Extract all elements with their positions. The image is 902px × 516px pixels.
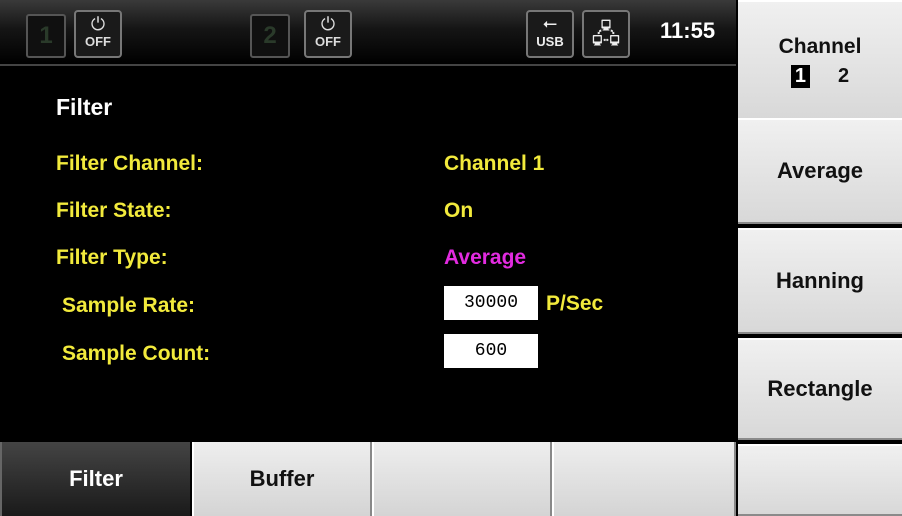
blank-softkey-4[interactable] — [552, 442, 736, 516]
power-state-text: OFF — [85, 34, 111, 49]
sample-count-input[interactable]: 600 — [444, 334, 538, 368]
network-icon: 🖧 — [582, 10, 630, 58]
channel1-indicator: 1 — [26, 14, 66, 58]
blank-softkey-3[interactable] — [372, 442, 552, 516]
channel2-indicator: 2 — [250, 14, 290, 58]
filter-state-value: On — [444, 199, 474, 222]
channel2-power-icon: ⏻ OFF — [304, 10, 352, 58]
blank-softkey[interactable] — [738, 444, 902, 516]
filter-softkey[interactable]: Filter — [0, 442, 192, 516]
sample-rate-input[interactable]: 30000 — [444, 286, 538, 320]
clock: 11:55 — [660, 18, 716, 43]
filter-type-label: Filter Type: — [56, 246, 168, 269]
channel-option-1: 1 — [790, 64, 810, 88]
hanning-softkey[interactable]: Hanning — [738, 228, 902, 334]
sample-rate-unit: P/Sec — [546, 292, 604, 315]
sample-count-label: Sample Count: — [62, 342, 211, 365]
filter-channel-label: Filter Channel: — [56, 152, 204, 175]
power-icon: ⏻ — [90, 14, 106, 34]
page-title: Filter — [56, 94, 113, 120]
usb-icon: ⭠ USB — [526, 10, 574, 58]
channel-softkey[interactable]: Channel 1 2 — [738, 0, 902, 122]
filter-type-value: Average — [444, 246, 527, 269]
side-softkeys: Channel 1 2 Average Hanning Rectangle — [736, 0, 902, 516]
sample-rate-label: Sample Rate: — [62, 294, 196, 317]
channel-option-2: 2 — [838, 64, 850, 87]
buffer-softkey[interactable]: Buffer — [192, 442, 372, 516]
power-state-text: OFF — [315, 34, 341, 49]
average-softkey[interactable]: Average — [738, 118, 902, 224]
channel-softkey-label: Channel — [778, 34, 862, 58]
power-icon: ⏻ — [320, 14, 336, 34]
status-bar: 1 ⏻ OFF 2 ⏻ OFF ⭠ USB 🖧 11:55 — [0, 0, 736, 66]
bottom-softkeys: Filter Buffer — [0, 442, 736, 516]
filter-channel-value: Channel 1 — [444, 152, 545, 175]
channel1-power-icon: ⏻ OFF — [74, 10, 122, 58]
rectangle-softkey[interactable]: Rectangle — [738, 338, 902, 440]
filter-state-label: Filter State: — [56, 199, 172, 222]
